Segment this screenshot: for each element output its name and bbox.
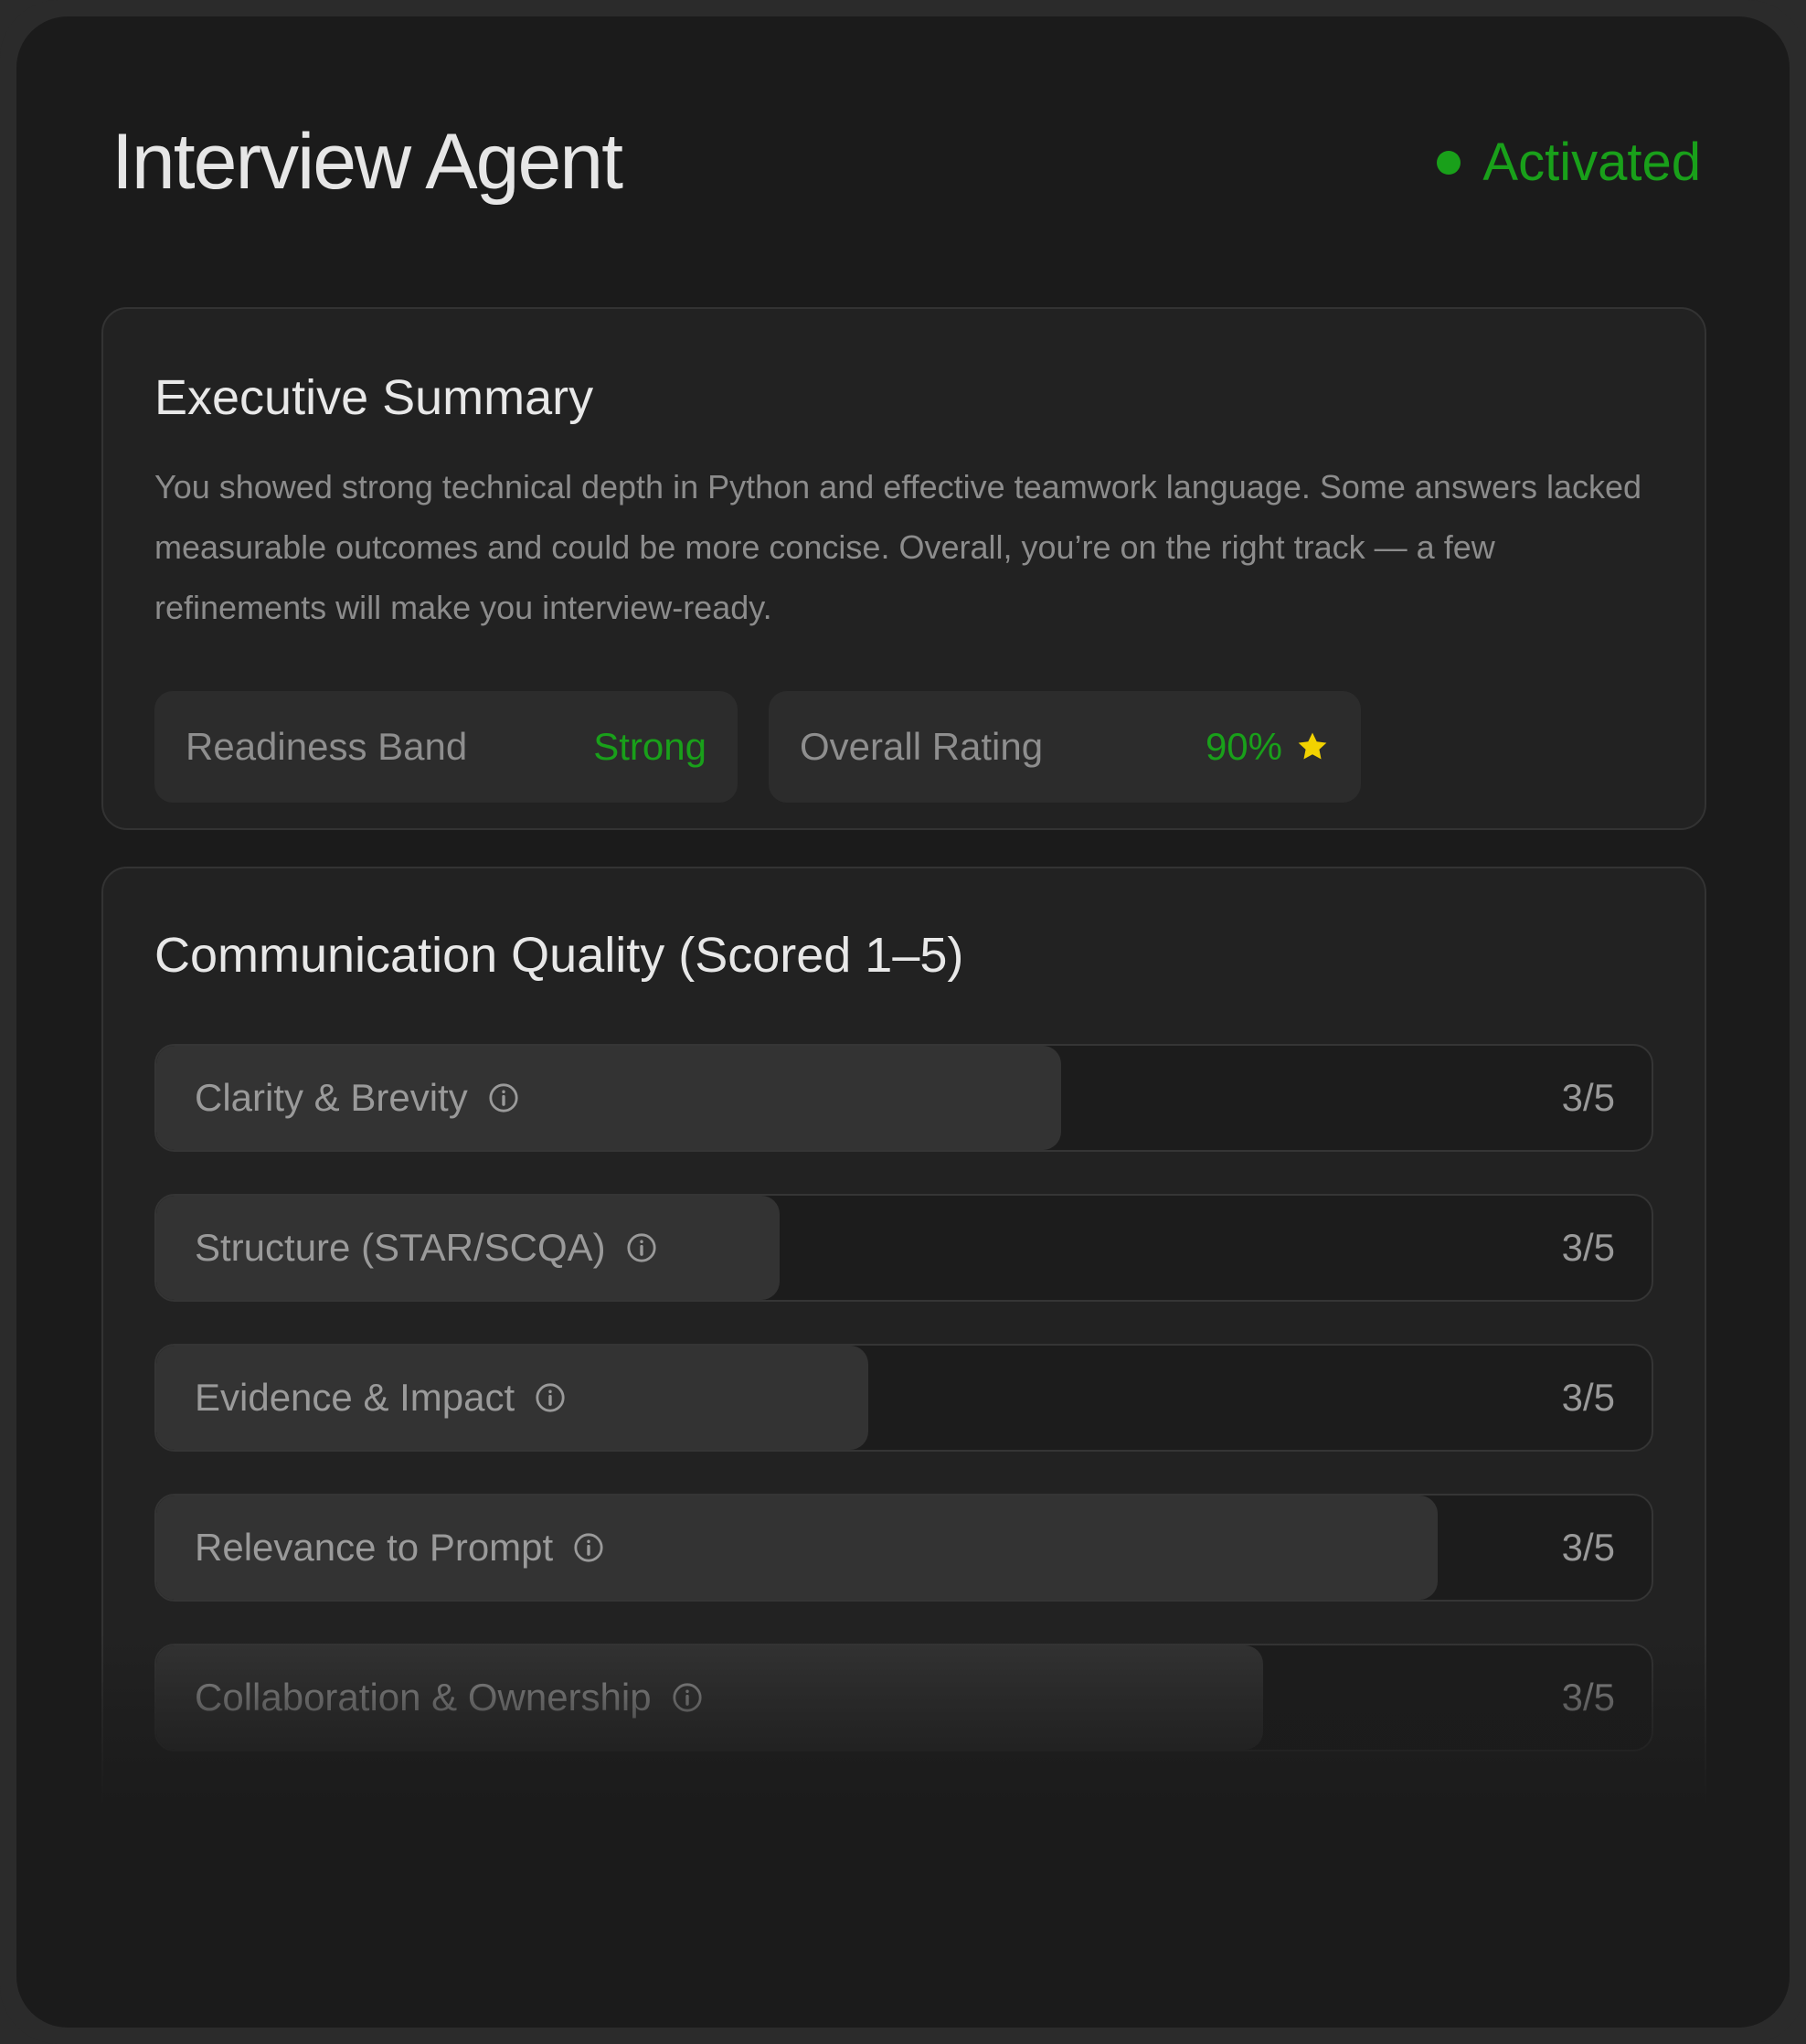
communication-quality-card: Communication Quality (Scored 1–5) Clari… [101, 867, 1706, 1872]
metric-row-relevance[interactable]: Relevance to Prompt 3/5 [154, 1494, 1653, 1602]
info-icon[interactable] [488, 1082, 519, 1113]
executive-summary-title: Executive Summary [154, 370, 594, 425]
status-dot-icon [1437, 150, 1461, 175]
metric-label: Collaboration & Ownership [195, 1676, 652, 1719]
metric-row-structure[interactable]: Structure (STAR/SCQA) 3/5 [154, 1194, 1653, 1302]
metric-row-clarity-brevity[interactable]: Clarity & Brevity 3/5 [154, 1044, 1653, 1152]
star-icon [1298, 732, 1327, 760]
readiness-band-chip: Readiness Band Strong [154, 691, 738, 803]
info-icon[interactable] [573, 1532, 604, 1563]
overall-rating-label: Overall Rating [800, 725, 1044, 768]
readiness-band-value: Strong [593, 725, 706, 768]
status-indicator: Activated [1437, 132, 1701, 193]
metric-label: Structure (STAR/SCQA) [195, 1226, 606, 1269]
metric-label: Clarity & Brevity [195, 1076, 468, 1119]
metric-score: 3/5 [1561, 1226, 1615, 1269]
metric-score: 3/5 [1561, 1526, 1615, 1569]
status-label: Activated [1482, 133, 1701, 192]
executive-summary-card: Executive Summary You showed strong tech… [101, 307, 1706, 830]
info-icon[interactable] [535, 1382, 566, 1413]
overall-rating-chip: Overall Rating 90% [769, 691, 1361, 803]
communication-quality-title: Communication Quality (Scored 1–5) [154, 928, 964, 983]
metric-score: 3/5 [1561, 1076, 1615, 1119]
metric-score: 3/5 [1561, 1376, 1615, 1419]
metric-label: Relevance to Prompt [195, 1526, 554, 1569]
page-title: Interview Agent [112, 118, 623, 206]
metric-row-evidence-impact[interactable]: Evidence & Impact 3/5 [154, 1344, 1653, 1452]
readiness-band-label: Readiness Band [186, 725, 468, 768]
info-icon[interactable] [672, 1682, 703, 1713]
device-bezel: Interview Agent Activated Executive Summ… [0, 0, 1806, 2044]
executive-summary-text: You showed strong technical depth in Pyt… [154, 468, 1642, 626]
info-icon[interactable] [626, 1232, 657, 1263]
app-window: Interview Agent Activated Executive Summ… [16, 16, 1790, 2028]
metric-row-collaboration[interactable]: Collaboration & Ownership 3/5 [154, 1644, 1653, 1751]
metric-score: 3/5 [1561, 1676, 1615, 1719]
overall-rating-value-group: 90% [1206, 725, 1330, 769]
metric-label: Evidence & Impact [195, 1376, 515, 1419]
overall-rating-value: 90% [1205, 725, 1282, 768]
